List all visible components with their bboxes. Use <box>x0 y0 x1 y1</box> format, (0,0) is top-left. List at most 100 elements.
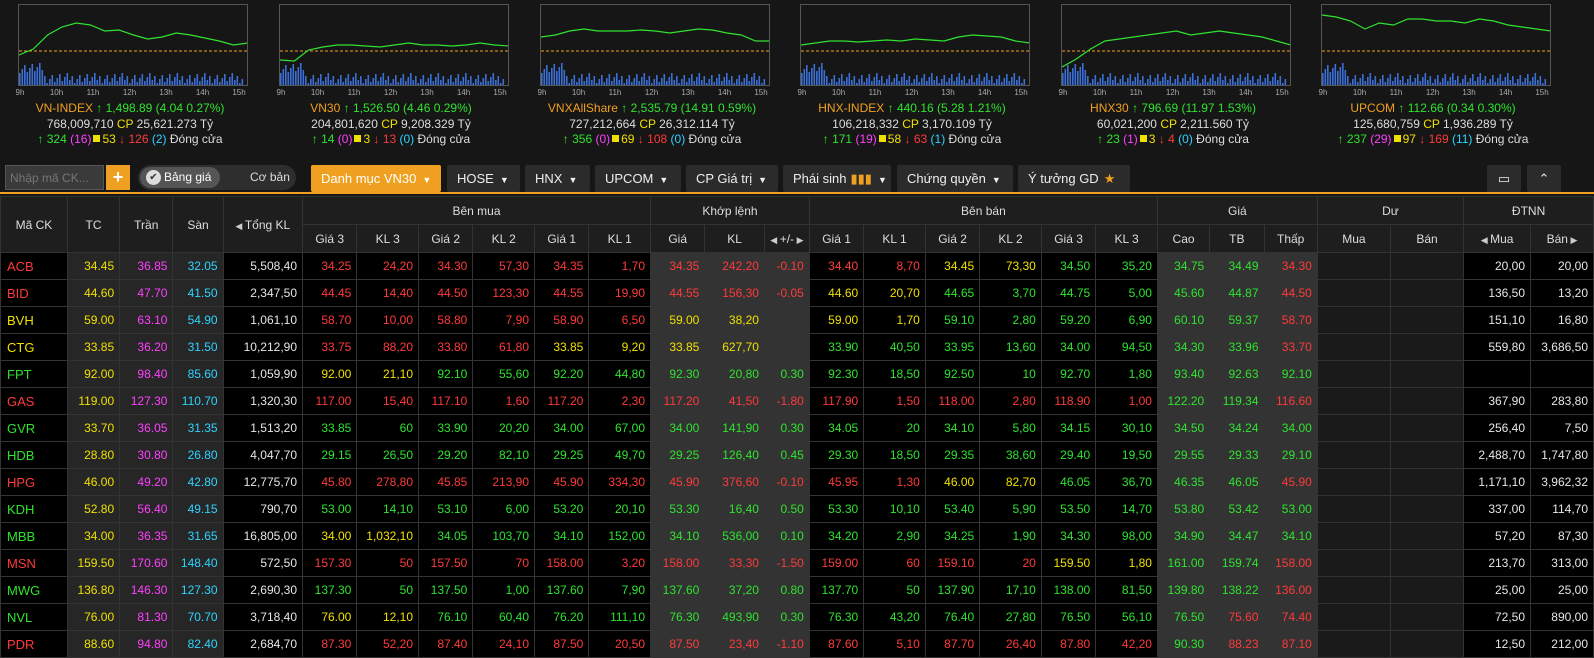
index-card[interactable]: 9h 10h 11h 12h 13h 14h 15h UPCOM ↑ 112.66 (0.34… <box>1313 4 1553 154</box>
group-foreign: ĐTNN <box>1463 196 1594 225</box>
residual-sell-cell <box>1389 468 1465 496</box>
symbol-cell[interactable]: GVR <box>0 414 68 442</box>
table-row[interactable]: HPG 46.00 49.20 42.80 12,775,70 45.80 278,80 45… <box>0 468 1594 496</box>
col-foreign-sell[interactable]: Bán ▶ <box>1530 224 1594 253</box>
foreign-sell-cell <box>1530 360 1594 388</box>
change-cell: -0.05 <box>763 279 810 307</box>
bid-vol2-cell: 70 <box>472 549 536 577</box>
high-price-cell: 34.50 <box>1156 414 1211 442</box>
bid-price2-cell: 87.40 <box>418 630 474 658</box>
index-intraday-chart <box>540 4 770 86</box>
symbol-cell[interactable]: FPT <box>0 360 68 388</box>
view-toggle[interactable]: ✔ Bảng giá Cơ bản <box>138 165 296 190</box>
tab-vn30[interactable]: Danh mục VN30 ▼ <box>311 165 441 192</box>
col-ref: TC <box>66 196 121 253</box>
ref-price-cell: 46.00 <box>66 468 121 496</box>
declines-count: 63 <box>913 132 928 146</box>
ceiling-price-cell: 56.40 <box>119 495 174 523</box>
ceiling-price-cell: 81.30 <box>119 603 174 631</box>
index-name: VN-INDEX <box>35 101 93 115</box>
table-row[interactable]: NVL 76.00 81.30 70.70 3,718,40 76.00 12,10 76.1… <box>0 603 1594 631</box>
symbol-cell[interactable]: HPG <box>0 468 68 496</box>
symbol-cell[interactable]: BVH <box>0 306 68 334</box>
tab-chung-quyen[interactable]: Chứng quyền ▼ <box>897 165 1013 192</box>
col-change[interactable]: ◀ +/- ▶ <box>763 224 810 253</box>
table-row[interactable]: ACB 34.45 36.85 32.05 5,508,40 34.25 24,20 34.3… <box>0 252 1594 280</box>
ask-price1-cell: 33.90 <box>808 333 865 361</box>
table-row[interactable]: BID 44.60 47.70 41.50 2,347,50 44.45 14,40 44.5… <box>0 279 1594 307</box>
tab-cp-gia-tri[interactable]: CP Giá trị ▼ <box>686 165 778 192</box>
avg-price-cell: 119.34 <box>1209 387 1265 415</box>
tab-hose[interactable]: HOSE ▼ <box>447 165 520 192</box>
table-row[interactable]: MWG 136.80 146.30 127.30 2,690,30 137.30 50 137… <box>0 576 1594 604</box>
collapse-button[interactable]: ⌃ <box>1527 165 1561 192</box>
foreign-buy-cell: 213,70 <box>1463 549 1532 577</box>
symbol-cell[interactable]: CTG <box>0 333 68 361</box>
ask-price2-cell: 76.40 <box>924 603 981 631</box>
tab-hnx[interactable]: HNX ▼ <box>525 165 590 192</box>
ceiling-price-cell: 30.80 <box>119 441 174 469</box>
symbol-cell[interactable]: MSN <box>0 549 68 577</box>
symbol-cell[interactable]: BID <box>0 279 68 307</box>
residual-buy-cell <box>1316 549 1391 577</box>
symbol-cell[interactable]: ACB <box>0 252 68 280</box>
symbol-cell[interactable]: HDB <box>0 441 68 469</box>
low-price-cell: 53.00 <box>1263 495 1318 523</box>
symbol-cell[interactable]: MWG <box>0 576 68 604</box>
col-total-volume[interactable]: ◀ Tổng KL <box>222 196 304 253</box>
floor-price-cell: 49.15 <box>172 495 224 523</box>
add-symbol-button[interactable]: + <box>106 165 130 190</box>
match-price-cell: 137.60 <box>650 576 706 604</box>
symbol-search-input[interactable] <box>5 165 104 190</box>
index-card[interactable]: 9h 10h 11h 12h 13h 14h 15h VN30 ↑ 1,526.50 (4.4… <box>271 4 511 154</box>
table-row[interactable]: KDH 52.80 56.40 49.15 790,70 53.00 14,10 53.10 6… <box>0 495 1594 523</box>
toggle-basic[interactable]: Cơ bản <box>250 165 290 190</box>
table-row[interactable]: GVR 33.70 36.05 31.35 1,513,20 33.85 60 33.90 20… <box>0 414 1594 442</box>
avg-price-cell: 159.74 <box>1209 549 1265 577</box>
tab-phai-sinh[interactable]: Phái sinh ▮▮▮ ▼ <box>783 165 891 192</box>
avg-price-cell: 34.47 <box>1209 522 1265 550</box>
table-row[interactable]: FPT 92.00 98.40 85.60 1,059,90 92.00 21,10 92.1… <box>0 360 1594 388</box>
table-row[interactable]: BVH 59.00 63.10 54.90 1,061,10 58.70 10,00 58.8… <box>0 306 1594 334</box>
foreign-buy-cell: 367,90 <box>1463 387 1532 415</box>
residual-sell-cell <box>1389 630 1465 658</box>
price-table: Mã CK TC Trần Sàn ◀ Tổng KL Bên mua Khớp… <box>0 196 1594 658</box>
tab-y-tuong-gd[interactable]: Ý tưởng GD ★ <box>1018 165 1130 192</box>
index-volume-line: 60,021,200 CP 2,211.560 Tỷ <box>1053 117 1293 131</box>
ask-price2-cell: 29.35 <box>924 441 981 469</box>
ask-price2-cell: 44.65 <box>924 279 981 307</box>
symbol-cell[interactable]: MBB <box>0 522 68 550</box>
ask-vol2-cell: 38,60 <box>979 441 1042 469</box>
table-row[interactable]: MBB 34.00 36.35 31.65 16,805,00 34.00 1,032,10… <box>0 522 1594 550</box>
col-foreign-buy[interactable]: ◀ Mua <box>1463 224 1532 253</box>
index-card[interactable]: 9h 10h 11h 12h 13h 14h 15h HNX-INDEX ↑ 440.16 (… <box>792 4 1032 154</box>
table-row[interactable]: HDB 28.80 30.80 26.80 4,047,70 29.15 26,50 29.2… <box>0 441 1594 469</box>
table-row[interactable]: CTG 33.85 36.20 31.50 10,212,90 33.75 88,20 33.… <box>0 333 1594 361</box>
time-tick: 15h <box>1275 88 1289 97</box>
arrow-down-icon: ↓ <box>1155 132 1169 146</box>
arrow-up-icon: ↑ <box>1128 101 1139 115</box>
index-card[interactable]: 9h 10h 11h 12h 13h 14h 15h VN-INDEX ↑ 1,498.89 … <box>10 4 250 154</box>
caret-down-icon: ▼ <box>877 175 887 185</box>
table-row[interactable]: GAS 119.00 127.30 110.70 1,320,30 117.00 15,40… <box>0 387 1594 415</box>
tab-upcom[interactable]: UPCOM ▼ <box>595 165 681 192</box>
floor-price-cell: 42.80 <box>172 468 224 496</box>
low-price-cell: 34.30 <box>1263 252 1318 280</box>
monitor-button[interactable]: ▭ <box>1487 165 1521 192</box>
arrow-down-icon: ↓ <box>370 132 383 146</box>
floor-price-cell: 31.35 <box>172 414 224 442</box>
toggle-price-board[interactable]: ✔ Bảng giá <box>140 167 220 188</box>
change-cell: -0.10 <box>763 252 810 280</box>
table-row[interactable]: MSN 159.50 170.60 148.40 572,50 157.30 50 157.5… <box>0 549 1594 577</box>
index-card[interactable]: 9h 10h 11h 12h 13h 14h 15h VNXAllShare ↑ 2,535.… <box>532 4 772 154</box>
symbol-cell[interactable]: GAS <box>0 387 68 415</box>
symbol-cell[interactable]: KDH <box>0 495 68 523</box>
ceiling-count: (16) <box>66 132 92 146</box>
symbol-cell[interactable]: PDR <box>0 630 68 658</box>
floor-price-cell: 127.30 <box>172 576 224 604</box>
index-card[interactable]: 9h 10h 11h 12h 13h 14h 15h HNX30 ↑ 796.69 (11.9… <box>1053 4 1293 154</box>
time-tick: 10h <box>831 88 846 97</box>
symbol-cell[interactable]: NVL <box>0 603 68 631</box>
low-price-cell: 158.00 <box>1263 549 1318 577</box>
table-row[interactable]: PDR 88.60 94.80 82.40 2,684,70 87.30 52,20 87.4… <box>0 630 1594 658</box>
